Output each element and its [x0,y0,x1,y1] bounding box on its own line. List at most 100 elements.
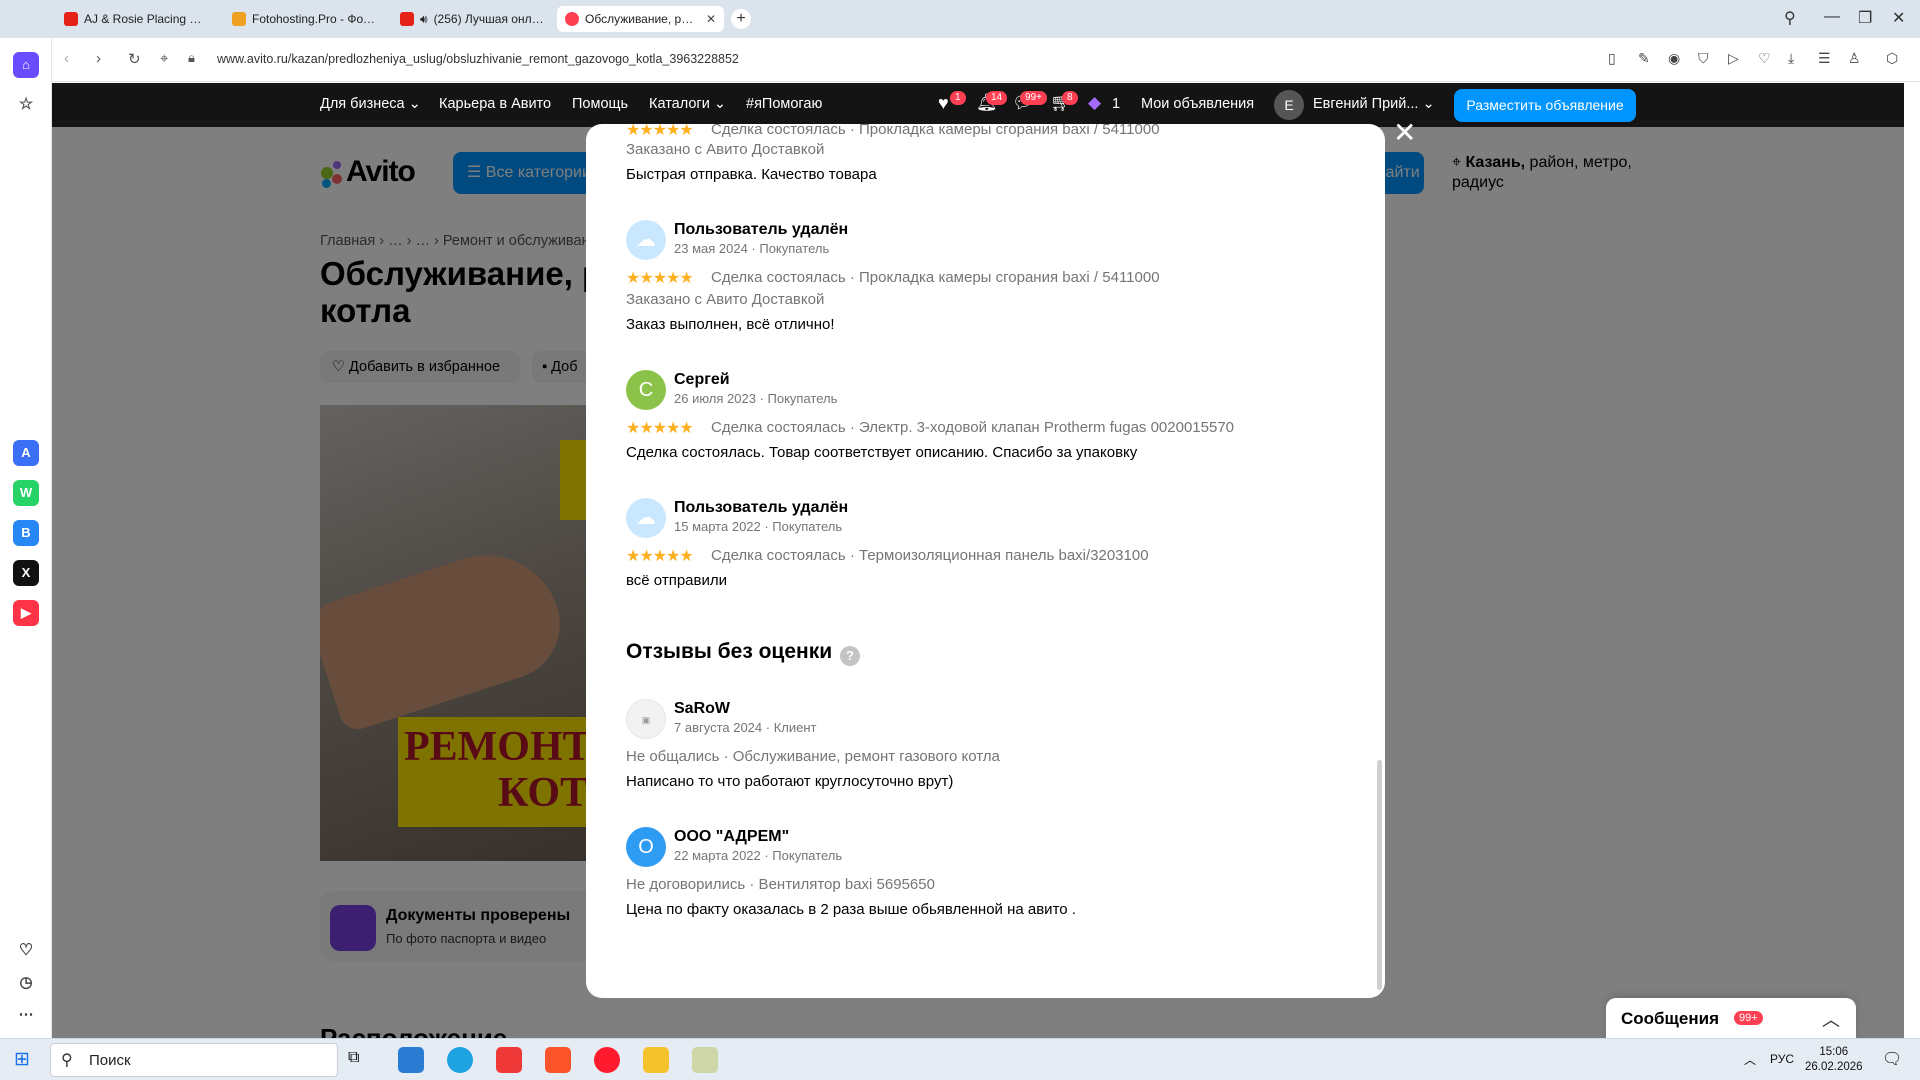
scrollbar[interactable] [1377,760,1382,990]
user-name[interactable]: Евгений Прий... ⌄ [1313,96,1435,112]
review-date: 22 марта 2022 · Покупатель [674,848,843,863]
review-deal: Не договорились · Вентилятор baxi 569565… [626,876,935,893]
clock[interactable]: 15:06 26.02.2026 [1805,1045,1863,1075]
review-date: 7 августа 2024 · Клиент [674,720,817,735]
career-link[interactable]: Карьера в Авито [439,96,551,112]
music-player-icon[interactable]: ▶ [13,600,39,626]
url-field[interactable]: www.avito.ru/kazan/predlozheniya_uslug/o… [217,52,739,66]
help-link[interactable]: Помощь [572,96,628,112]
reload-icon[interactable]: ↻ [128,50,141,68]
play-icon[interactable]: ▷ [1728,50,1739,67]
taskbar-search[interactable]: ⚲ Поиск [50,1043,338,1077]
reader-icon[interactable]: ▯ [1608,50,1616,67]
favorites-badge: 1 [950,91,966,105]
close-tab-icon[interactable]: ✕ [706,12,716,26]
browser-sidebar: O ⌂ ☆ A W B X ▶ ♡ ◷ ⋯ [0,0,52,1038]
bonus-count: 1 [1112,96,1121,112]
unrated-reviews-heading: Отзывы без оценки [626,640,833,663]
shield-icon[interactable]: ⛉ [1698,50,1709,67]
review-deal: Сделка состоялась · Электр. 3-ходовой кл… [711,419,1235,436]
close-modal-icon[interactable]: ✕ [1393,119,1416,147]
heart-icon[interactable]: ♡ [13,938,39,964]
company-logo-icon: ▣ [626,699,666,739]
rating-stars: ★★★★★ [626,420,694,437]
camera-icon[interactable]: ◉ [1668,50,1680,67]
vivaldi-icon[interactable] [496,1047,522,1073]
x-icon[interactable]: X [13,560,39,586]
review-delivery: Заказано с Авито Доставкой [626,141,825,158]
catalogs-link[interactable]: Каталоги ⌄ [649,96,726,112]
windows-start-icon[interactable]: ⊞ [14,1048,30,1071]
address-bar: ‹ › ↻ ⌖ 🔒︎ www.avito.ru/kazan/predlozhen… [52,38,1920,82]
youtube-icon [400,12,414,26]
home-icon[interactable]: ⌂ [13,52,39,78]
file-explorer-icon[interactable] [643,1047,669,1073]
post-ad-button[interactable]: Разместить объявление [1454,89,1636,122]
tab-avito-active[interactable]: Обслуживание, ремонт г ✕ [557,6,724,32]
review-date: 15 марта 2022 · Покупатель [674,519,843,534]
download-icon[interactable]: ⤓ [1788,50,1794,67]
lock-icon[interactable]: 🔒︎ [188,50,195,66]
avatar: О [626,827,666,867]
review-text: Быстрая отправка. Качество товара [626,166,877,183]
search-tabs-icon[interactable]: ⚲ [1784,8,1796,28]
rating-stars: ★★★★★ [626,270,694,287]
review-date: 26 июля 2023 · Покупатель [674,391,838,406]
history-icon[interactable]: ◷ [13,970,39,996]
avatar[interactable]: Е [1274,90,1304,120]
vk-icon[interactable]: B [13,520,39,546]
heart-icon[interactable]: ♡ [1758,50,1771,67]
extensions-icon[interactable]: ⬡ [1886,50,1898,67]
opera-icon[interactable] [594,1047,620,1073]
help-icon[interactable]: ? [840,646,860,666]
speaker-icon[interactable]: 🔊︎ [420,12,428,27]
review-text: всё отправили [626,572,727,589]
taskbar: ⊞ ⚲ Поиск ⧉ ︿ РУС 15:06 26.02.2026 🗨︎ [0,1038,1920,1080]
back-icon[interactable]: ‹ [64,50,69,67]
profile-icon[interactable]: ♙ [1848,50,1861,67]
menu-icon[interactable]: ☰ [1818,50,1831,67]
edge-icon[interactable] [447,1047,473,1073]
task-view-icon[interactable]: ⧉ [348,1049,359,1067]
outlook-icon[interactable] [398,1047,424,1073]
review-text: Сделка состоялась. Товар соответствует о… [626,444,1138,461]
notifications-icon[interactable]: 🗨︎ [1882,1049,1902,1069]
more-icon[interactable]: ⋯ [13,1002,39,1028]
favorites-heart-icon[interactable]: ♥ [938,93,949,114]
business-link[interactable]: Для бизнеса ⌄ [320,96,421,112]
tab-fotohosting[interactable]: Fotohosting.Pro - Фотохо [224,6,384,32]
star-icon[interactable]: ☆ [13,92,39,118]
tray-chevron-icon[interactable]: ︿ [1744,1051,1756,1068]
brave-icon[interactable] [545,1047,571,1073]
deleted-user-ghost-icon: ☁ [626,498,666,538]
avatar: С [626,370,666,410]
ya-pomogayu-link[interactable]: #яПомогаю [746,96,822,112]
reviews-modal: ★★★★★ Сделка состоялась · Прокладка каме… [586,124,1385,998]
review-deal: Сделка состоялась · Прокладка камеры сго… [711,269,1160,286]
tab-youtube-aj[interactable]: AJ & Rosie Placing Collec [56,6,216,32]
deleted-user-ghost-icon: ☁ [626,220,666,260]
chevron-up-icon[interactable]: ︿ [1822,1006,1840,1032]
bonus-icon[interactable]: ◆ [1088,93,1101,113]
whatsapp-icon[interactable]: W [13,480,39,506]
forward-icon[interactable]: › [96,50,101,67]
app-icon[interactable] [692,1047,718,1073]
my-ads-link[interactable]: Мои объявления [1141,96,1254,112]
minimize-icon[interactable]: — [1824,8,1840,26]
tab-youtube-music[interactable]: 🔊︎ (256) Лучшая онлайн [392,6,552,32]
language-indicator[interactable]: РУС [1770,1052,1794,1066]
review-text: Заказ выполнен, всё отлично! [626,316,835,333]
close-window-icon[interactable]: ✕ [1892,8,1905,28]
review-text: Цена по факту оказалась в 2 раза выше об… [626,901,1076,918]
aria-icon[interactable]: A [13,440,39,466]
reviewer-name: Пользователь удалён [674,499,849,516]
rating-stars: ★★★★★ [626,124,694,139]
messages-widget[interactable]: Сообщения 99+ ︿ [1606,998,1856,1038]
rating-stars: ★★★★★ [626,548,694,565]
messages-badge: 99+ [1020,91,1047,105]
review-text: Написано то что работают круглосуточно в… [626,773,954,790]
edit-icon[interactable]: ✎ [1638,50,1650,67]
location-pin-icon[interactable]: ⌖ [160,50,168,67]
restore-icon[interactable]: ❐ [1858,8,1872,28]
new-tab-button[interactable]: + [731,9,751,29]
